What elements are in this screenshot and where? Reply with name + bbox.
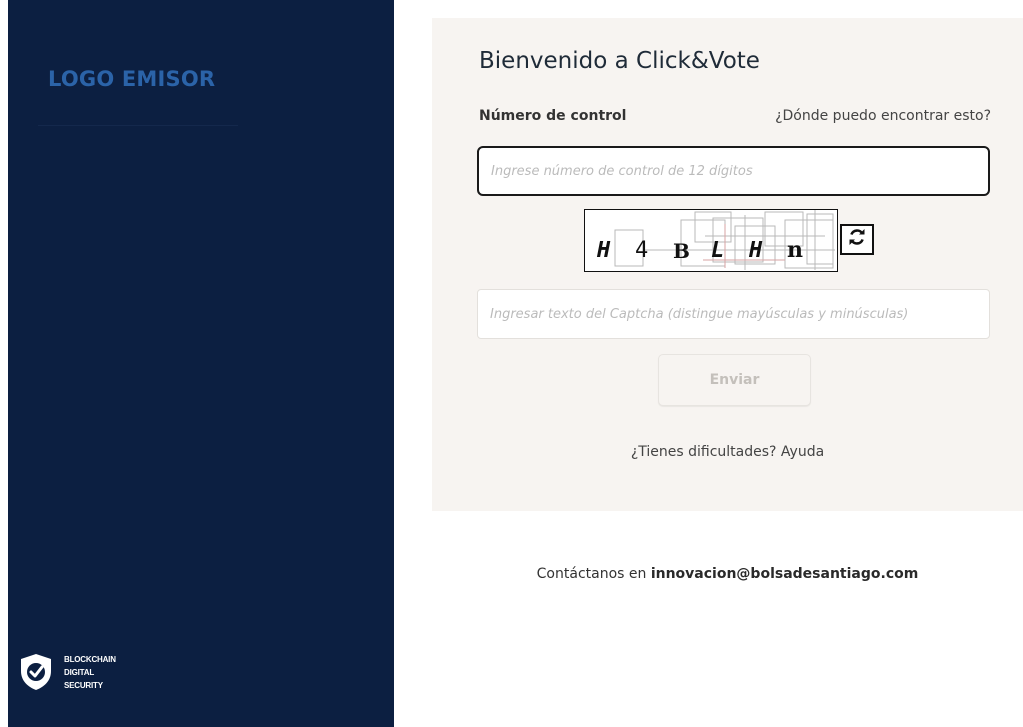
help-text: ¿Tienes dificultades? (630, 444, 777, 460)
contact-prefix: Contáctanos en (536, 566, 647, 582)
captcha-char: H (749, 238, 763, 263)
captcha-char: n (787, 237, 803, 263)
page-title: Bienvenido a Click&Vote (479, 48, 760, 74)
shield-check-icon (18, 652, 54, 692)
control-number-input[interactable] (477, 146, 990, 196)
security-line-2: DIGITAL (64, 667, 95, 677)
where-to-find-link[interactable]: ¿Dónde puedo encontrar esto? (775, 108, 991, 124)
help-link[interactable]: Ayuda (781, 444, 824, 460)
help-row: ¿Tienes dificultades? Ayuda (432, 444, 1023, 460)
security-line-3: SECURITY (64, 680, 103, 690)
contact-email[interactable]: innovacion@bolsadesantiago.com (651, 566, 919, 582)
captcha-char: 4 (635, 238, 649, 263)
control-number-label: Número de control (479, 108, 627, 124)
captcha-image: H 4 B L H n (584, 209, 838, 272)
security-line-1: BLOCKCHAIN (64, 654, 116, 664)
contact-info: Contáctanos en innovacion@bolsadesantiag… (432, 566, 1023, 582)
submit-button[interactable]: Enviar (658, 354, 811, 406)
captcha-refresh-button[interactable] (840, 224, 874, 255)
issuer-logo: LOGO EMISOR (48, 67, 216, 91)
captcha-char: L (711, 238, 725, 263)
captcha-input[interactable] (477, 289, 990, 339)
captcha-char: H (597, 238, 611, 263)
security-badge: BLOCKCHAIN DIGITAL SECURITY (18, 652, 116, 692)
refresh-icon (847, 227, 867, 252)
captcha-char: B (673, 239, 690, 263)
logo-divider (38, 125, 238, 126)
security-badge-text: BLOCKCHAIN DIGITAL SECURITY (64, 653, 116, 692)
sidebar: LOGO EMISOR BLOCKCHAIN DIGITAL SECURITY (8, 0, 394, 727)
login-panel: Bienvenido a Click&Vote Número de contro… (432, 18, 1023, 511)
